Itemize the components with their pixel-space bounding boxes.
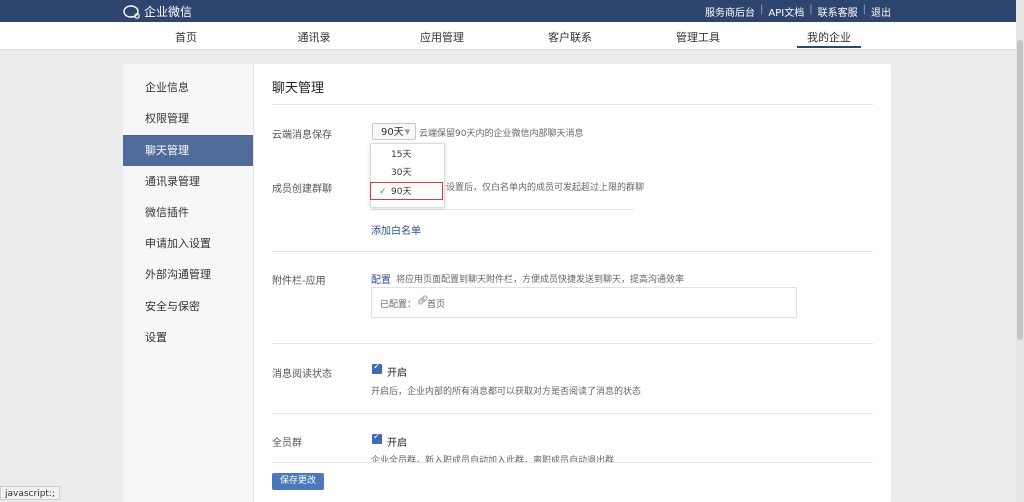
configured-app-home: 首页: [427, 300, 446, 310]
cloud-storage-label: 云端消息保存: [272, 130, 332, 141]
read-status-desc: 开启后，企业内部的所有消息都可以获取对方是否阅读了消息的状态: [371, 387, 642, 397]
divider: |: [862, 4, 866, 15]
tab-my-enterprise[interactable]: 我的企业: [807, 29, 851, 45]
chat-management-panel: 聊天管理 云端消息保存 90天 ▼ 云端保留90天内的企业微信内部聊天消息 成员…: [272, 64, 873, 502]
attachment-hint: 将应用页面配置到聊天附件栏，方便成员快捷发送到聊天，提高沟通效率: [396, 275, 685, 285]
check-icon: ✓: [373, 432, 381, 442]
tab-management-tools[interactable]: 管理工具: [676, 29, 720, 45]
divider: [371, 209, 634, 210]
cloud-storage-select[interactable]: 90天 ▼: [372, 123, 416, 140]
dropdown-option-15[interactable]: 15天: [371, 146, 444, 164]
divider: [272, 251, 873, 252]
page-scrollbar[interactable]: [1016, 0, 1024, 502]
chevron-down-icon: ▼: [404, 128, 410, 136]
brand-name: 企业微信: [144, 5, 193, 19]
sidebar-item-enterprise-info[interactable]: 企业信息: [123, 72, 253, 103]
configured-apps-box: 已配置： 🔗︎ 首页: [371, 287, 797, 318]
tab-app-management[interactable]: 应用管理: [420, 29, 464, 45]
all-member-group-desc: 企业全员群，新入职成员自动加入此群，离职成员自动退出群: [371, 456, 615, 462]
dropdown-option-90-label: 90天: [391, 187, 412, 197]
check-icon: ✓: [379, 187, 387, 197]
read-status-checkbox[interactable]: ✓: [372, 362, 382, 374]
browser-status-bar: javascript:;: [0, 486, 61, 500]
main-nav: 首页 通讯录 应用管理 客户联系 管理工具 我的企业: [0, 22, 1016, 50]
wecom-logo-icon: [123, 4, 140, 19]
check-icon: ✓: [373, 362, 381, 372]
link-api-docs[interactable]: API文档: [768, 4, 804, 19]
sidebar-item-permissions[interactable]: 权限管理: [123, 103, 253, 134]
active-tab-indicator: [797, 46, 861, 48]
tab-customer-contact[interactable]: 客户联系: [548, 29, 592, 45]
configured-label: 已配置：: [380, 300, 417, 310]
link-service-backend[interactable]: 服务商后台: [705, 4, 755, 19]
sidebar-item-external-communication[interactable]: 外部沟通管理: [123, 259, 253, 290]
sidebar-item-settings[interactable]: 设置: [123, 322, 253, 353]
sidebar-item-chat-management[interactable]: 聊天管理: [123, 135, 253, 166]
sidebar-item-join-settings[interactable]: 申请加入设置: [123, 228, 253, 259]
link-contact-support[interactable]: 联系客服: [818, 4, 858, 19]
top-links: 服务商后台 | API文档 | 联系客服 | 退出: [705, 4, 891, 19]
group-create-label: 成员创建群聊: [272, 184, 332, 195]
scrollbar-thumb[interactable]: [1017, 40, 1023, 340]
divider: [272, 104, 873, 105]
read-status-toggle-label: 开启: [387, 368, 407, 379]
attachment-label: 附件栏-应用: [272, 276, 326, 287]
page-title: 聊天管理: [272, 81, 325, 96]
all-member-group-checkbox[interactable]: ✓: [372, 432, 382, 444]
sidebar-item-contacts-management[interactable]: 通讯录管理: [123, 166, 253, 197]
divider: [272, 413, 873, 414]
tab-contacts[interactable]: 通讯录: [298, 29, 331, 45]
sidebar-item-wechat-plugin[interactable]: 微信插件: [123, 197, 253, 228]
add-whitelist-link[interactable]: 添加白名单: [371, 222, 421, 237]
brand-logo[interactable]: 企业微信: [123, 3, 192, 20]
dropdown-option-90[interactable]: ✓ 90天: [370, 182, 443, 200]
divider: [272, 462, 873, 463]
divider: |: [760, 4, 764, 15]
sidebar-item-security[interactable]: 安全与保密: [123, 291, 253, 322]
divider: |: [809, 4, 813, 15]
tab-home[interactable]: 首页: [175, 29, 197, 45]
cloud-storage-selected-value: 90天: [381, 127, 404, 138]
dropdown-option-30[interactable]: 30天: [371, 164, 444, 182]
top-bar: 企业微信 服务商后台 | API文档 | 联系客服 | 退出: [0, 0, 1016, 22]
all-member-group-toggle-label: 开启: [387, 438, 407, 449]
configure-link[interactable]: 配置: [371, 271, 391, 286]
group-create-hint: 设置后，仅白名单内的成员可发起超过上限的群聊: [446, 183, 645, 193]
sidebar: 企业信息 权限管理 聊天管理 通讯录管理 微信插件 申请加入设置 外部沟通管理 …: [123, 64, 254, 502]
retention-dropdown: 15天 30天 ✓ 90天: [370, 143, 445, 208]
divider: [272, 343, 873, 344]
all-member-group-label: 全员群: [272, 438, 302, 449]
cloud-storage-hint: 云端保留90天内的企业微信内部聊天消息: [419, 129, 584, 139]
settings-card: 企业信息 权限管理 聊天管理 通讯录管理 微信插件 申请加入设置 外部沟通管理 …: [123, 64, 891, 502]
read-status-label: 消息阅读状态: [272, 369, 332, 380]
link-logout[interactable]: 退出: [871, 4, 891, 19]
save-button[interactable]: 保存更改: [272, 473, 324, 490]
